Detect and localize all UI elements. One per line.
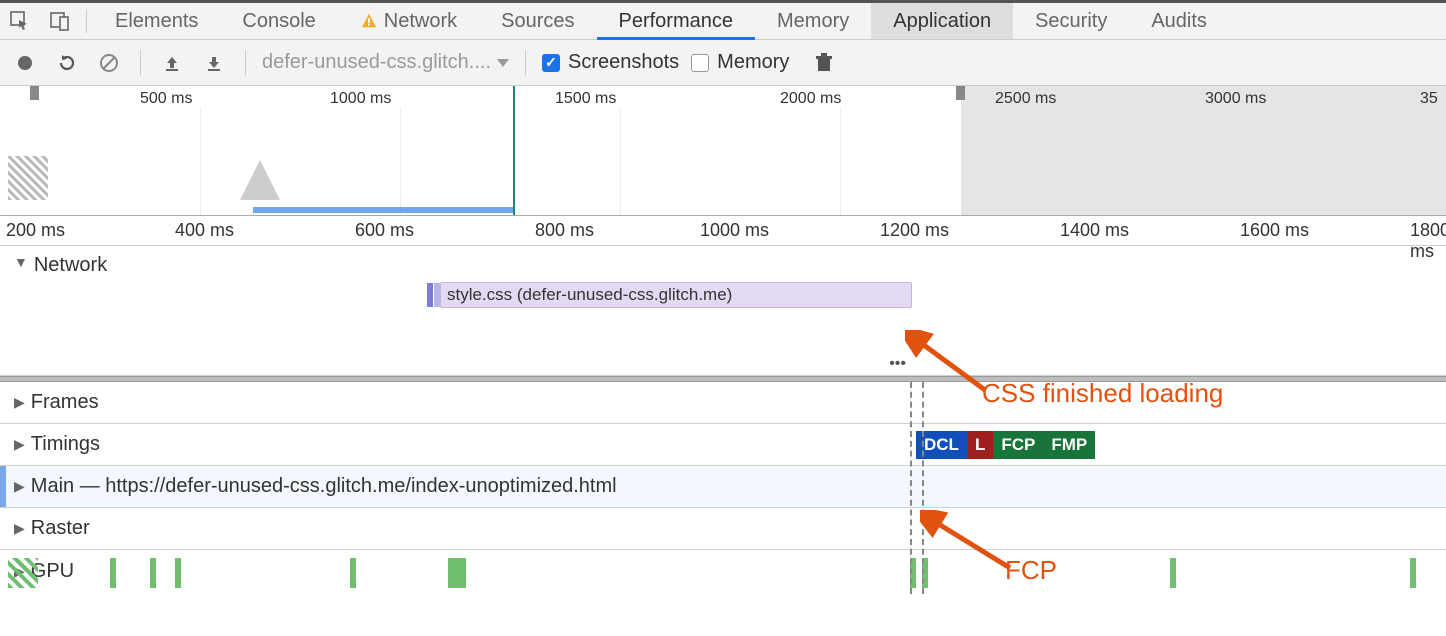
gpu-hatch [8,558,38,588]
timing-badges: DCL L FCP FMP [916,431,1095,459]
section-timings[interactable]: ▶ Timings DCL L FCP FMP [0,424,1446,466]
expand-icon: ▶ [14,436,25,453]
tab-network-label: Network [384,10,457,33]
section-network[interactable]: ▼ Network style.css (defer-unused-css.gl… [0,246,1446,376]
network-wait-bar [434,283,440,307]
overview-cpu-spike [240,154,300,200]
overview-gridline [200,108,201,215]
gpu-task [350,558,356,588]
ruler-tick: 800 ms [535,220,594,241]
collapse-icon: ▼ [14,254,28,270]
section-network-label: Network [34,254,107,277]
overview-load-bar [253,207,515,213]
overview-tick: 1000 ms [330,90,391,108]
download-icon[interactable] [199,48,229,78]
overview-load-marker [513,86,515,215]
ruler-tick: 200 ms [6,220,65,241]
time-ruler[interactable]: 200 ms 400 ms 600 ms 800 ms 1000 ms 1200… [0,216,1446,246]
tab-audits[interactable]: Audits [1129,3,1229,39]
memory-label: Memory [717,51,789,74]
toolbar-separator-3 [525,50,526,76]
upload-icon[interactable] [157,48,187,78]
tab-network[interactable]: Network [338,3,479,39]
network-request-bar[interactable]: style.css (defer-unused-css.glitch.me) [440,282,912,308]
overview-gridline [400,108,401,215]
overview-handle-right[interactable] [956,86,965,100]
memory-checkbox[interactable]: Memory [691,51,789,74]
overview-cpu-hatch [8,156,48,200]
overview-gridline [620,108,621,215]
ruler-tick: 400 ms [175,220,234,241]
marker-line [910,382,912,594]
toolbar-separator-2 [245,50,246,76]
devtools-tabs: Elements Console Network Sources Perform… [0,0,1446,40]
overview-gridline [840,108,841,215]
section-timings-label: Timings [31,433,100,456]
overview-tick: 2500 ms [995,90,1056,108]
ruler-tick: 600 ms [355,220,414,241]
ruler-tick: 1600 ms [1240,220,1309,241]
reload-icon[interactable] [52,48,82,78]
expand-icon: ▶ [14,520,25,537]
overview-tick: 35 [1420,90,1438,108]
section-main[interactable]: ▶ Main — https://defer-unused-css.glitch… [0,466,1446,508]
tabs-divider [86,9,87,33]
gpu-task [1170,558,1176,588]
overview-timeline[interactable]: 500 ms 1000 ms 1500 ms 2000 ms 2500 ms 3… [0,86,1446,216]
section-main-label: Main — https://defer-unused-css.glitch.m… [31,475,617,498]
overview-handle-left[interactable] [30,86,39,100]
tab-console[interactable]: Console [220,3,337,39]
expand-icon: ▶ [14,478,25,495]
badge-fcp[interactable]: FCP [993,431,1043,459]
chevron-down-icon [497,59,509,67]
section-frames-label: Frames [31,391,99,414]
overview-tick: 500 ms [140,90,192,108]
tab-application[interactable]: Application [871,3,1013,39]
tab-sources[interactable]: Sources [479,3,596,39]
badge-l[interactable]: L [967,431,993,459]
page-dropdown[interactable]: defer-unused-css.glitch.... [262,51,509,74]
ruler-tick: 1400 ms [1060,220,1129,241]
overflow-dots-icon: ••• [889,355,906,373]
expand-icon: ▶ [14,394,25,411]
tab-performance[interactable]: Performance [597,3,756,39]
section-gpu[interactable]: ▶ GPU [0,550,1446,592]
gpu-task [150,558,156,588]
overview-tick: 1500 ms [555,90,616,108]
network-request-label: style.css (defer-unused-css.glitch.me) [447,285,732,305]
gpu-task [175,558,181,588]
device-toggle-icon[interactable] [40,3,80,39]
checkbox-icon [542,54,560,72]
gpu-task [448,558,466,588]
gpu-task [110,558,116,588]
section-raster[interactable]: ▶ Raster [0,508,1446,550]
tab-memory[interactable]: Memory [755,3,871,39]
trash-icon[interactable] [809,48,839,78]
ruler-tick: 1000 ms [700,220,769,241]
annotation-css-loaded: CSS finished loading [982,378,1223,409]
flamechart: ▼ Network style.css (defer-unused-css.gl… [0,246,1446,592]
badge-fmp[interactable]: FMP [1043,431,1095,459]
clear-icon[interactable] [94,48,124,78]
network-connect-bar [427,283,433,307]
gpu-task [1410,558,1416,588]
section-frames[interactable]: ▶ Frames [0,382,1446,424]
inspect-icon[interactable] [0,3,40,39]
ruler-tick: 1200 ms [880,220,949,241]
performance-toolbar: defer-unused-css.glitch.... Screenshots … [0,40,1446,86]
tab-security[interactable]: Security [1013,3,1129,39]
screenshots-checkbox[interactable]: Screenshots [542,51,679,74]
toolbar-separator [140,50,141,76]
overview-tick: 3000 ms [1205,90,1266,108]
section-raster-label: Raster [31,517,90,540]
warning-icon [360,12,378,30]
checkbox-icon [691,54,709,72]
page-dropdown-label: defer-unused-css.glitch.... [262,51,491,74]
main-thread-indicator [0,466,6,507]
overview-tick: 2000 ms [780,90,841,108]
annotation-fcp: FCP [1005,555,1057,586]
tab-elements[interactable]: Elements [93,3,220,39]
record-icon[interactable] [10,48,40,78]
screenshots-label: Screenshots [568,51,679,74]
